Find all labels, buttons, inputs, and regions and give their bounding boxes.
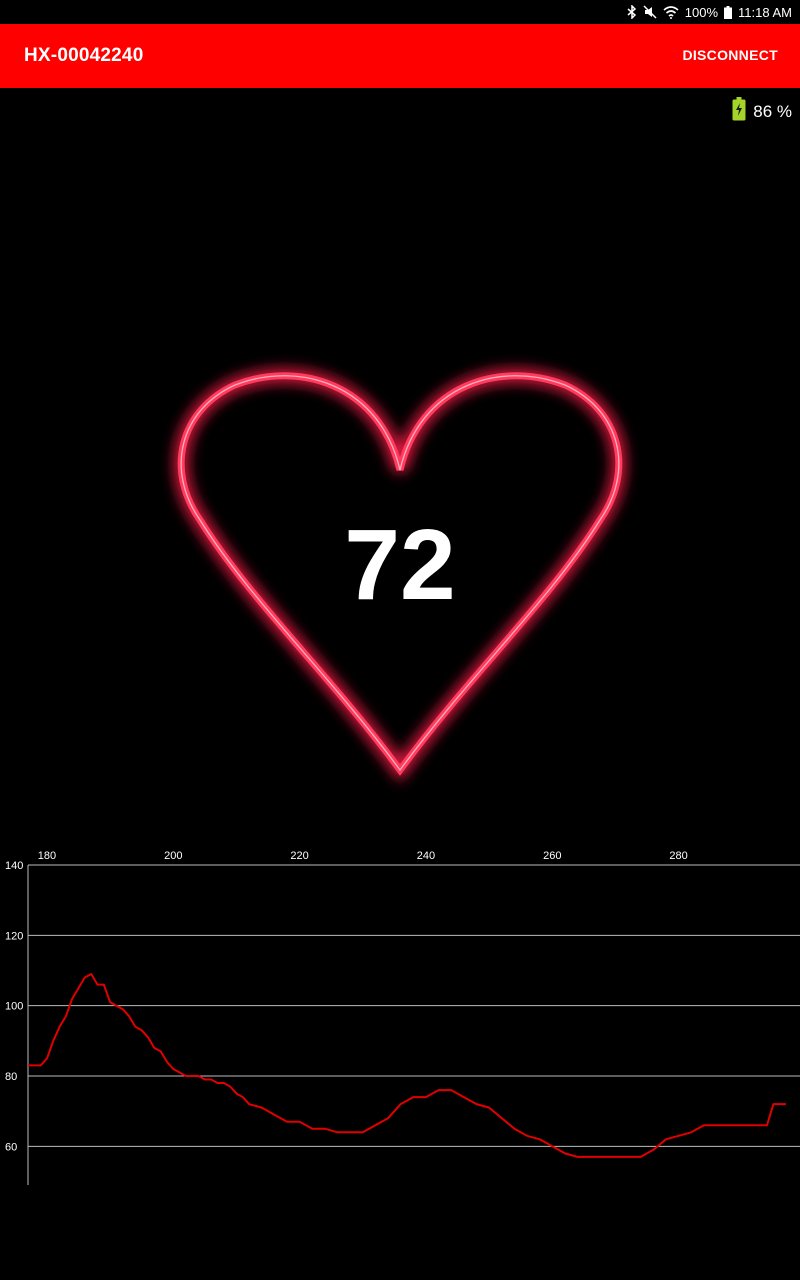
app-bar: HX-00042240 DISCONNECT <box>0 24 800 88</box>
clock: 11:18 AM <box>738 4 792 20</box>
y-tick-label: 80 <box>5 1071 17 1083</box>
x-tick-label: 240 <box>417 850 435 862</box>
heart-rate-series-line <box>28 973 786 1158</box>
device-battery: 86 % <box>732 97 792 126</box>
app-screen: 100% 11:18 AM HX-00042240 DISCONNECT 86 … <box>0 0 800 1280</box>
battery-percent: 100% <box>684 4 719 20</box>
disconnect-button[interactable]: DISCONNECT <box>682 47 778 63</box>
y-tick-label: 140 <box>5 860 23 872</box>
status-bar: 100% 11:18 AM <box>0 0 800 24</box>
x-tick-label: 260 <box>543 850 561 862</box>
device-battery-value: 86 % <box>753 101 792 121</box>
y-tick-label: 100 <box>5 1001 23 1013</box>
wifi-icon <box>663 5 679 19</box>
bluetooth-icon <box>627 5 637 19</box>
y-tick-label: 60 <box>5 1141 17 1153</box>
device-title: HX-00042240 <box>24 45 144 66</box>
heart-rate-chart: 140 120 100 80 60 180 200 220 240 260 280 <box>5 850 800 1185</box>
x-tick-label: 220 <box>290 850 308 862</box>
battery-charging-icon <box>732 97 746 126</box>
x-tick-label: 280 <box>669 850 687 862</box>
heart-rate-value: 72 <box>344 509 456 621</box>
status-icons: 100% 11:18 AM <box>627 4 792 20</box>
battery-icon <box>724 5 733 19</box>
x-tick-label: 180 <box>38 850 56 862</box>
x-tick-label: 200 <box>164 850 182 862</box>
y-tick-label: 120 <box>5 930 23 942</box>
mute-icon <box>643 5 657 19</box>
